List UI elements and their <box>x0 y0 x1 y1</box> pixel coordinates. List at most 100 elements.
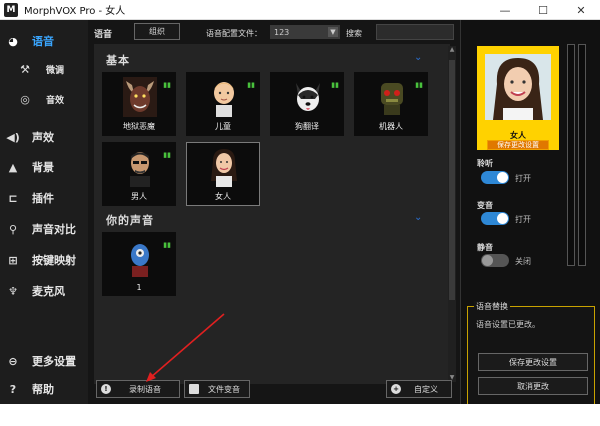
sidebar-item-tweak[interactable]: ⚒ 微调 <box>0 58 88 80</box>
plus-icon: + <box>391 384 401 394</box>
scrollbar-thumb[interactable] <box>449 60 455 300</box>
record-voice-label: 录制语音 <box>129 384 161 394</box>
sidebar-item-sound-effects[interactable]: ◀) 声效 <box>0 126 88 148</box>
sidebar-item-label: 声效 <box>32 131 54 144</box>
woman-avatar <box>485 54 551 120</box>
voice-card-man[interactable]: ▮▮ 男人 <box>102 142 176 206</box>
voice-changes-box: 语音替换 语音设置已更改。 保存更改设置 取消更改 <box>467 301 595 418</box>
signal-icon: ▮▮ <box>163 81 171 89</box>
close-button[interactable]: ✕ <box>562 0 600 20</box>
help-icon: ? <box>9 382 17 396</box>
child-face-icon <box>207 77 241 117</box>
speaker-icon: ◀) <box>6 130 20 144</box>
sidebar-item-label: 声音对比 <box>32 223 76 236</box>
voice-card-custom-1[interactable]: ▮▮ 1 <box>102 232 176 296</box>
level-meter-left <box>567 44 575 266</box>
sidebar-item-voice[interactable]: ◕ 语音 <box>0 30 88 52</box>
sidebar-item-label: 麦克风 <box>32 285 65 298</box>
app-logo-icon: M <box>4 2 18 17</box>
level-meter-right <box>578 44 586 266</box>
search-label: 搜索 <box>346 29 362 38</box>
keyboard-icon: ⊞ <box>8 253 18 267</box>
sidebar-item-background[interactable]: ▲ 背景 <box>0 156 88 178</box>
sidebar-item-compare[interactable]: ⚲ 声音对比 <box>0 218 88 240</box>
woman-face-icon <box>207 147 241 187</box>
listen-state: 打开 <box>515 174 531 183</box>
sidebar-item-label: 音效 <box>46 95 65 106</box>
footer-strip <box>0 404 600 426</box>
magnifier-icon: ⚲ <box>8 222 18 236</box>
voice-card-child[interactable]: ▮▮ 儿童 <box>186 72 260 136</box>
woman-portrait-icon <box>485 54 551 120</box>
listen-label: 聆听 <box>477 159 493 168</box>
record-voice-button[interactable]: ! 录制语音 <box>96 380 180 398</box>
signal-icon: ▮▮ <box>415 81 423 89</box>
app-body: ◕ 语音 ⚒ 微调 ◎ 音效 ◀) 声效 ▲ 背景 ⊏ 插件 ⚲ 声音对比 ⊞ <box>0 20 600 418</box>
profile-select[interactable]: 123 ▼ <box>270 25 340 39</box>
voice-card-woman[interactable]: 女人 <box>186 142 260 206</box>
voice-card-label: 狗翻译 <box>295 122 319 131</box>
mute-label: 静音 <box>477 243 493 252</box>
save-changes-small-button[interactable]: 保存更改设置 <box>487 140 549 150</box>
cancel-changes-button[interactable]: 取消更改 <box>478 377 588 395</box>
signal-icon: ▮▮ <box>163 241 171 249</box>
scroll-up-icon[interactable]: ▲ <box>448 46 456 54</box>
voice-card-demon[interactable]: ▮▮ 地狱恶魔 <box>102 72 176 136</box>
search-input[interactable] <box>376 24 454 40</box>
voice-card-label: 机器人 <box>379 122 403 131</box>
morph-toggle[interactable] <box>481 212 509 225</box>
section-title-basic: 基本 <box>106 54 130 67</box>
dog-face-icon <box>291 77 325 117</box>
sidebar-item-microphone[interactable]: ♆ 麦克风 <box>0 280 88 302</box>
toggle-knob <box>497 213 508 224</box>
voice-toolbar: 语音 组织 语音配置文件： 123 ▼ 搜索 <box>88 20 460 44</box>
save-changes-button[interactable]: 保存更改设置 <box>478 353 588 371</box>
changes-box-title: 语音替换 <box>474 301 510 312</box>
sidebar-item-label: 更多设置 <box>32 355 76 368</box>
page-title: 语音 <box>94 30 113 40</box>
signal-icon: ▮▮ <box>247 81 255 89</box>
toggle-knob <box>497 172 508 183</box>
current-voice-card[interactable]: 女人 保存更改设置 <box>477 46 559 150</box>
mute-toggle[interactable] <box>481 254 509 267</box>
organize-button[interactable]: 组织 <box>134 23 180 40</box>
man-face-icon <box>123 147 157 187</box>
morph-label: 变音 <box>477 201 493 210</box>
sidebar-item-keymap[interactable]: ⊞ 按键映射 <box>0 249 88 271</box>
voice-card-label: 男人 <box>131 192 147 201</box>
file-voice-button[interactable]: 文件变音 <box>184 380 250 398</box>
mute-state: 关闭 <box>515 257 531 266</box>
changes-message: 语音设置已更改。 <box>476 320 540 329</box>
custom-label: 自定义 <box>414 384 438 394</box>
maximize-button[interactable]: ☐ <box>524 0 562 20</box>
signal-icon: ▮▮ <box>163 151 171 159</box>
chevron-down-icon: ▼ <box>328 27 338 37</box>
sidebar-item-help[interactable]: ? 帮助 <box>0 378 88 400</box>
sidebar-item-label: 帮助 <box>32 383 54 396</box>
voice-card-robot[interactable]: ▮▮ 机器人 <box>354 72 428 136</box>
sidebar-item-label: 按键映射 <box>32 254 76 267</box>
custom-button[interactable]: + 自定义 <box>386 380 452 398</box>
collapse-your-voices-icon[interactable]: ⌄ <box>414 212 422 223</box>
sidebar-item-plugins[interactable]: ⊏ 插件 <box>0 187 88 209</box>
voice-card-label: 地狱恶魔 <box>123 122 155 131</box>
profile-label: 语音配置文件： <box>206 29 262 38</box>
window-title: MorphVOX Pro - 女人 <box>24 6 126 17</box>
landscape-icon: ▲ <box>8 160 18 174</box>
sidebar-item-label: 背景 <box>32 161 54 174</box>
custom-face-icon <box>123 237 157 277</box>
sidebar-item-effects[interactable]: ◎ 音效 <box>0 88 88 110</box>
sidebar-item-more-settings[interactable]: ⊖ 更多设置 <box>0 350 88 372</box>
minus-circle-icon: ⊖ <box>8 354 18 368</box>
collapse-basic-icon[interactable]: ⌄ <box>414 52 422 63</box>
sidebar-item-label: 微调 <box>46 65 65 76</box>
sidebar: ◕ 语音 ⚒ 微调 ◎ 音效 ◀) 声效 ▲ 背景 ⊏ 插件 ⚲ 声音对比 ⊞ <box>0 20 88 404</box>
file-voice-label: 文件变音 <box>208 384 240 394</box>
sidebar-item-label: 语音 <box>32 35 54 48</box>
level-meters <box>567 44 587 266</box>
record-icon: ! <box>101 384 111 394</box>
listen-toggle[interactable] <box>481 171 509 184</box>
minimize-button[interactable]: — <box>486 0 524 20</box>
voice-card-dog[interactable]: ▮▮ 狗翻译 <box>270 72 344 136</box>
voice-card-label: 儿童 <box>215 122 231 131</box>
